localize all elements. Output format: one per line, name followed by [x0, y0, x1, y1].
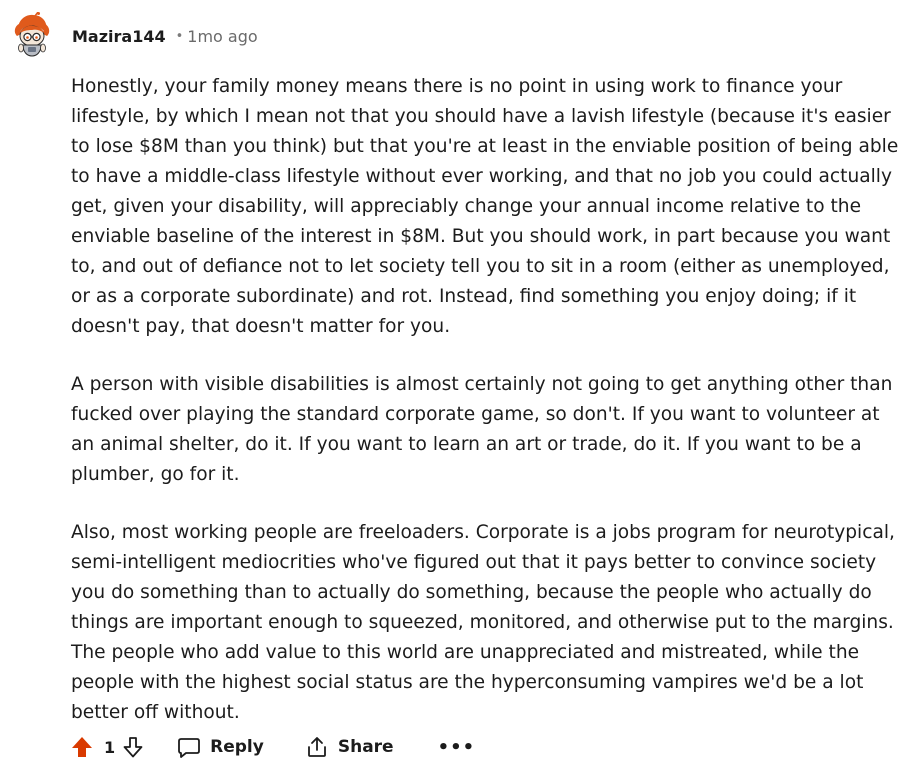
- author-username[interactable]: Mazira144: [72, 26, 166, 48]
- share-label: Share: [337, 737, 394, 757]
- meta-separator: •: [175, 29, 184, 44]
- snoo-avatar-icon: [14, 11, 50, 57]
- comment-paragraph-3: Also, most working people are freeloader…: [71, 522, 895, 723]
- downvote-arrow-icon[interactable]: [121, 735, 145, 759]
- share-button[interactable]: Share: [305, 735, 394, 759]
- vote-control: 1: [70, 735, 145, 759]
- more-options-icon[interactable]: •••: [438, 737, 476, 758]
- vote-score: 1: [104, 737, 116, 757]
- share-icon: [305, 735, 329, 759]
- comment-body: Honestly, your family money means there …: [71, 72, 901, 756]
- comment-paragraph-1: Honestly, your family money means there …: [71, 76, 899, 337]
- avatar[interactable]: [9, 11, 55, 58]
- reply-label: Reply: [210, 737, 264, 757]
- reply-button[interactable]: Reply: [177, 735, 264, 759]
- comment-paragraph-2: A person with visible disabilities is al…: [71, 374, 893, 485]
- upvote-arrow-icon[interactable]: [70, 735, 94, 759]
- comment-timestamp[interactable]: 1mo ago: [187, 26, 257, 48]
- comment: Mazira144 • 1mo ago Honestly, your famil…: [0, 0, 903, 774]
- comment-meta: Mazira144 • 1mo ago: [72, 26, 258, 48]
- comment-action-bar: 1 Reply Share •••: [70, 732, 475, 762]
- speech-bubble-icon: [177, 735, 201, 759]
